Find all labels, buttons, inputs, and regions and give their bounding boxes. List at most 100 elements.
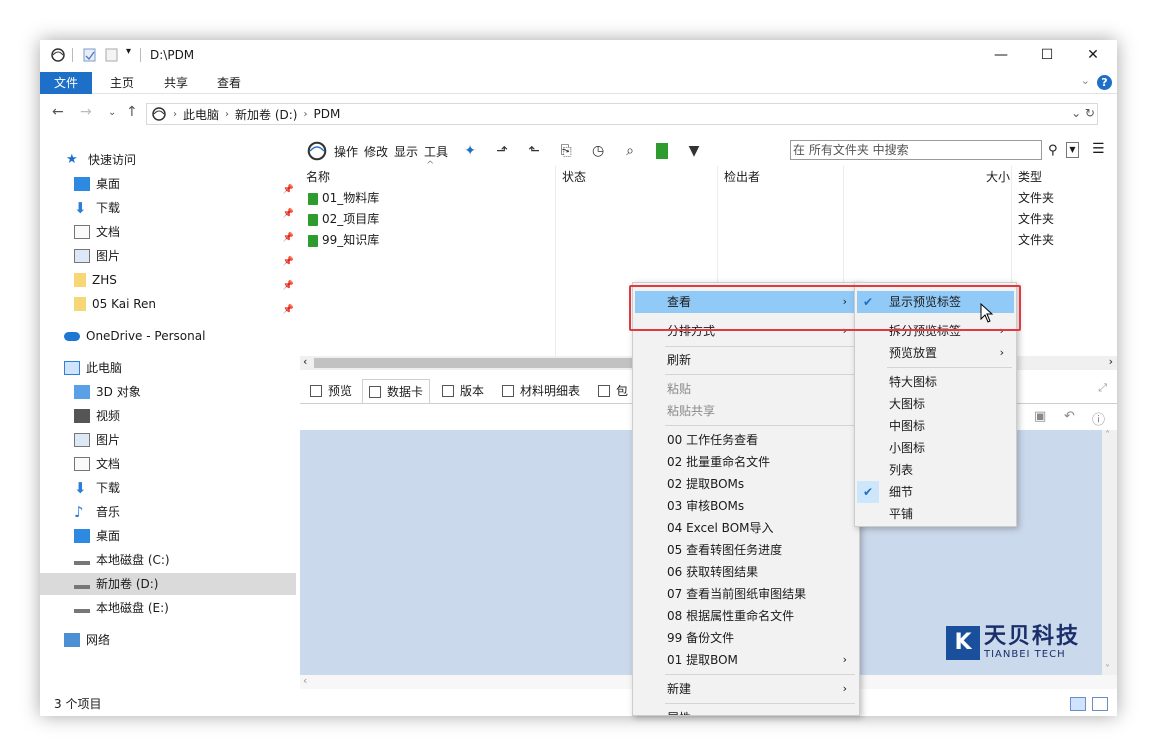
table-row[interactable]: 02_项目库 文件夹 [300, 209, 1117, 230]
large-icons-view-icon[interactable] [1092, 697, 1108, 711]
col-checked-out-by[interactable]: 检出者 [718, 166, 760, 188]
crumb-this-pc[interactable]: 此电脑 [183, 106, 219, 123]
help-icon[interactable]: ⓘ [1092, 409, 1105, 428]
nav-drive-d[interactable]: 新加卷 (D:) [40, 573, 296, 595]
nav-desktop[interactable]: 桌面 📌 [74, 173, 298, 195]
crumb-pdm[interactable]: PDM [313, 107, 340, 121]
minimize-button[interactable]: — [978, 40, 1024, 70]
search-dropdown-icon[interactable]: ▼ [1066, 142, 1079, 158]
menu-display[interactable]: 显示 [394, 143, 418, 160]
menu-item-excel-bom-import[interactable]: 04 Excel BOM导入 [635, 517, 857, 539]
col-type[interactable]: 类型 [1012, 166, 1042, 188]
submenu-item-details[interactable]: ✔ 细节 [857, 481, 1014, 503]
nav-onedrive[interactable]: OneDrive - Personal [64, 325, 205, 347]
nav-drive-c[interactable]: 本地磁盘 (C:) [74, 549, 298, 571]
submenu-item-list[interactable]: 列表 [857, 459, 1014, 481]
forward-arrow-icon[interactable]: → [80, 104, 92, 120]
history-icon[interactable]: ◷ [588, 141, 608, 161]
nav-drive-e[interactable]: 本地磁盘 (E:) [74, 597, 298, 619]
tab-version[interactable]: 版本 [436, 379, 490, 403]
submenu-item-large-icons[interactable]: 大图标 [857, 393, 1014, 415]
expand-ribbon-icon[interactable]: ⌄ [1081, 74, 1090, 87]
tab-bom[interactable]: 材料明细表 [496, 379, 586, 403]
pin-icon[interactable]: 📌 [283, 299, 294, 321]
scroll-left-icon[interactable]: ‹ [303, 674, 307, 687]
scroll-down-icon[interactable]: ˅ [1105, 664, 1110, 675]
nav-videos[interactable]: 视频 [74, 405, 298, 427]
new-folder-icon[interactable] [104, 47, 120, 63]
scroll-left-icon[interactable]: ‹ [303, 355, 307, 368]
nav-pc-downloads[interactable]: ⬇ 下载 [74, 477, 298, 499]
menu-item-conversion-progress[interactable]: 05 查看转图任务进度 [635, 539, 857, 561]
col-size[interactable]: 大小 [980, 166, 1010, 188]
tab-home[interactable]: 主页 [96, 72, 148, 94]
recent-locations-icon[interactable]: ⌄ [108, 107, 116, 118]
search-input[interactable]: 在 所有文件夹 中搜索 [790, 140, 1042, 160]
up-arrow-icon[interactable]: ↑ [126, 104, 138, 120]
save-icon[interactable]: ▣ [1034, 409, 1046, 427]
menu-item-conversion-result[interactable]: 06 获取转图结果 [635, 561, 857, 583]
tab-share[interactable]: 共享 [150, 72, 202, 94]
submenu-item-medium-icons[interactable]: 中图标 [857, 415, 1014, 437]
submenu-item-small-icons[interactable]: 小图标 [857, 437, 1014, 459]
menu-item-drawing-review[interactable]: 07 查看当前图纸审图结果 [635, 583, 857, 605]
nav-pc-documents[interactable]: 文档 [74, 453, 298, 475]
close-button[interactable]: ✕ [1070, 40, 1116, 70]
nav-pc-desktop[interactable]: 桌面 [74, 525, 298, 547]
pdm-vault-icon[interactable] [306, 140, 328, 162]
nav-pc-pictures[interactable]: 图片 [74, 429, 298, 451]
scroll-right-icon[interactable]: › [1109, 355, 1113, 368]
menu-item-refresh[interactable]: 刷新 [635, 349, 857, 371]
menu-item-review-boms[interactable]: 03 审核BOMs [635, 495, 857, 517]
menu-item-batch-rename[interactable]: 02 批量重命名文件 [635, 451, 857, 473]
menu-item-paste[interactable]: 粘贴 [635, 378, 857, 400]
nav-documents[interactable]: 文档 📌 [74, 221, 298, 243]
search-icon[interactable]: ⚲ [1048, 143, 1058, 158]
col-status[interactable]: 状态 [556, 166, 586, 188]
search-file-icon[interactable]: ⌕ [620, 141, 640, 161]
nav-downloads[interactable]: ⬇ 下载 📌 [74, 197, 298, 220]
customize-quick-access-icon[interactable]: ▾ [126, 46, 131, 57]
menu-modify[interactable]: 修改 [364, 143, 388, 160]
help-button[interactable]: ? [1097, 75, 1112, 90]
maximize-button[interactable]: ☐ [1024, 40, 1070, 70]
nav-pictures[interactable]: 图片 📌 [74, 245, 298, 267]
menu-item-extract-boms[interactable]: 02 提取BOMs [635, 473, 857, 495]
menu-item-paste-shared[interactable]: 粘贴共享 [635, 400, 857, 422]
nav-3d-objects[interactable]: 3D 对象 [74, 381, 298, 403]
menu-item-backup-files[interactable]: 99 备份文件 [635, 627, 857, 649]
nav-zhs[interactable]: ZHS 📌 [74, 269, 298, 291]
submenu-item-extra-large-icons[interactable]: 特大图标 [857, 371, 1014, 393]
menu-item-rename-by-property[interactable]: 08 根据属性重命名文件 [635, 605, 857, 627]
scroll-up-icon[interactable]: ˄ [1105, 430, 1110, 441]
table-row[interactable]: 01_物料库 文件夹 [300, 188, 1117, 209]
check-in-icon[interactable]: ⬑ [524, 141, 544, 161]
get-latest-icon[interactable]: ⎘ [556, 141, 576, 161]
menu-tools[interactable]: 工具 [424, 143, 448, 160]
search-options-icon[interactable]: ☰ [1092, 141, 1105, 157]
pin-icon[interactable]: ✦ [460, 141, 480, 161]
scrollbar-thumb[interactable] [314, 358, 644, 368]
vault-folder-icon[interactable] [652, 141, 672, 161]
expand-panel-icon[interactable]: ⤢ [1098, 381, 1107, 395]
nav-quick-access[interactable]: ★ 快速访问 [66, 149, 136, 171]
details-view-icon[interactable] [1070, 697, 1086, 711]
vertical-scrollbar[interactable]: ˄ ˅ [1102, 430, 1117, 675]
col-name[interactable]: 名称 [300, 166, 330, 188]
submenu-item-tiles[interactable]: 平铺 [857, 503, 1014, 525]
nav-kai-ren[interactable]: 05 Kai Ren 📌 [74, 293, 298, 315]
menu-actions[interactable]: 操作 [334, 143, 358, 160]
pdm-app-icon[interactable] [50, 47, 66, 63]
tab-datacard[interactable]: 数据卡 [362, 379, 431, 403]
nav-music[interactable]: ♪ 音乐 [74, 501, 298, 523]
crumb-drive-d[interactable]: 新加卷 (D:) [235, 106, 297, 123]
back-arrow-icon[interactable]: ← [52, 104, 64, 120]
menu-item-extract-bom[interactable]: 01 提取BOM › [635, 649, 857, 671]
undo-icon[interactable]: ↶ [1064, 409, 1075, 427]
dropdown-refresh-icon[interactable]: ⌄ ↻ [1071, 106, 1095, 120]
table-row[interactable]: 99_知识库 文件夹 [300, 230, 1117, 251]
menu-item-new[interactable]: 新建 › [635, 678, 857, 700]
menu-item-task-view[interactable]: 00 工作任务查看 [635, 429, 857, 451]
properties-icon[interactable] [82, 47, 98, 63]
tab-package[interactable]: 包 [592, 379, 634, 403]
